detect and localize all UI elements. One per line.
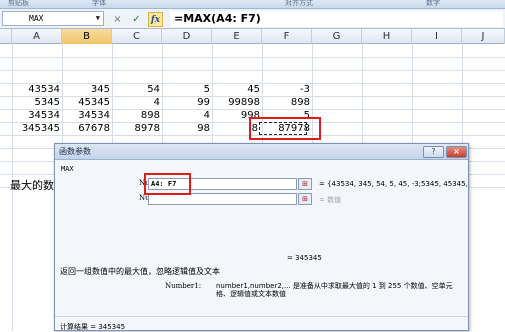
cell-c7[interactable]: 8978 <box>112 122 162 135</box>
cell-a6[interactable]: 34534 <box>12 109 62 122</box>
highlight-box-number1 <box>144 173 191 195</box>
function-description: 返回一组数值中的最大值，忽略逻辑值及文本 <box>60 267 220 276</box>
column-header-d[interactable]: D <box>162 29 212 44</box>
number1-result: = {43534, 345, 54, 5, 45, -3;5345, 45345… <box>319 180 468 188</box>
separator <box>55 316 468 317</box>
name-box-value: MAX <box>29 14 44 23</box>
ribbon-group-number: 数字 <box>426 0 440 7</box>
cell-c5[interactable]: 4 <box>112 96 162 109</box>
column-header-h[interactable]: H <box>362 29 412 44</box>
cell-f5[interactable]: 898 <box>262 96 312 109</box>
cell-b5[interactable]: 45345 <box>62 96 112 109</box>
collapse-dialog-icon[interactable]: ⊞ <box>298 193 312 205</box>
ribbon-group-font: 字体 <box>92 0 106 7</box>
cell-d5[interactable]: 99 <box>162 96 212 109</box>
column-header-i[interactable]: I <box>412 29 462 44</box>
insert-function-icon[interactable]: fx <box>148 11 163 27</box>
close-button[interactable]: × <box>446 146 467 158</box>
column-header-f[interactable]: F <box>262 29 312 44</box>
number2-result: = 数值 <box>319 196 342 204</box>
column-header-c[interactable]: C <box>112 29 162 44</box>
ribbon-group-clipboard: 剪贴板 <box>8 0 29 7</box>
cell-e5[interactable]: 99898 <box>212 96 262 109</box>
cell-a5[interactable]: 5345 <box>12 96 62 109</box>
cell-e4[interactable]: 45 <box>212 83 262 96</box>
ribbon-group-alignment: 对齐方式 <box>285 0 313 7</box>
cell-d7[interactable]: 98 <box>162 122 212 135</box>
cell-c6[interactable]: 898 <box>112 109 162 122</box>
column-headers: A B C D E F G H I J <box>0 29 505 44</box>
param-description: number1,number2,... 是准备从中求取最大值的 1 到 255 … <box>216 282 453 298</box>
param-description-label: Number1: <box>165 282 202 290</box>
highlight-box-cell <box>249 117 321 140</box>
dialog-title: 函数参数 <box>59 147 91 156</box>
cell-d4[interactable]: 5 <box>162 83 212 96</box>
ribbon-group-labels: 剪贴板 字体 对齐方式 数字 <box>0 0 505 9</box>
dialog-title-bar[interactable]: 函数参数 ? × <box>55 144 468 160</box>
cell-b4[interactable]: 345 <box>62 83 112 96</box>
help-button[interactable]: ? <box>423 146 444 158</box>
select-all-corner[interactable] <box>0 29 12 44</box>
column-header-e[interactable]: E <box>212 29 262 44</box>
column-header-b[interactable]: B <box>62 29 112 44</box>
formula-bar: MAX ▼ × ✓ fx =MAX(A4: F7) <box>0 9 505 29</box>
cell-a7[interactable]: 345345 <box>12 122 62 135</box>
cell-d6[interactable]: 4 <box>162 109 212 122</box>
cancel-icon[interactable]: × <box>110 12 125 27</box>
function-name: MAX <box>61 165 74 173</box>
column-header-j[interactable]: J <box>462 29 505 44</box>
function-arguments-dialog: 函数参数 ? × MAX Number1 A4: F7 ⊞ = {43534, … <box>54 143 469 331</box>
cell-a4[interactable]: 43534 <box>12 83 62 96</box>
formula-result: = 345345 <box>287 254 322 262</box>
name-box[interactable]: MAX ▼ <box>2 11 104 26</box>
cell-c4[interactable]: 54 <box>112 83 162 96</box>
cell-b6[interactable]: 34534 <box>62 109 112 122</box>
formula-input[interactable]: =MAX(A4: F7) <box>170 11 503 27</box>
label-max-number: 最大的数 <box>10 179 54 192</box>
column-header-g[interactable]: G <box>312 29 362 44</box>
enter-icon[interactable]: ✓ <box>129 12 144 27</box>
column-header-a[interactable]: A <box>12 29 62 44</box>
cell-b7[interactable]: 67678 <box>62 122 112 135</box>
collapse-dialog-icon[interactable]: ⊞ <box>298 178 312 190</box>
chevron-down-icon[interactable]: ▼ <box>96 12 100 25</box>
cell-f4[interactable]: -3 <box>262 83 312 96</box>
